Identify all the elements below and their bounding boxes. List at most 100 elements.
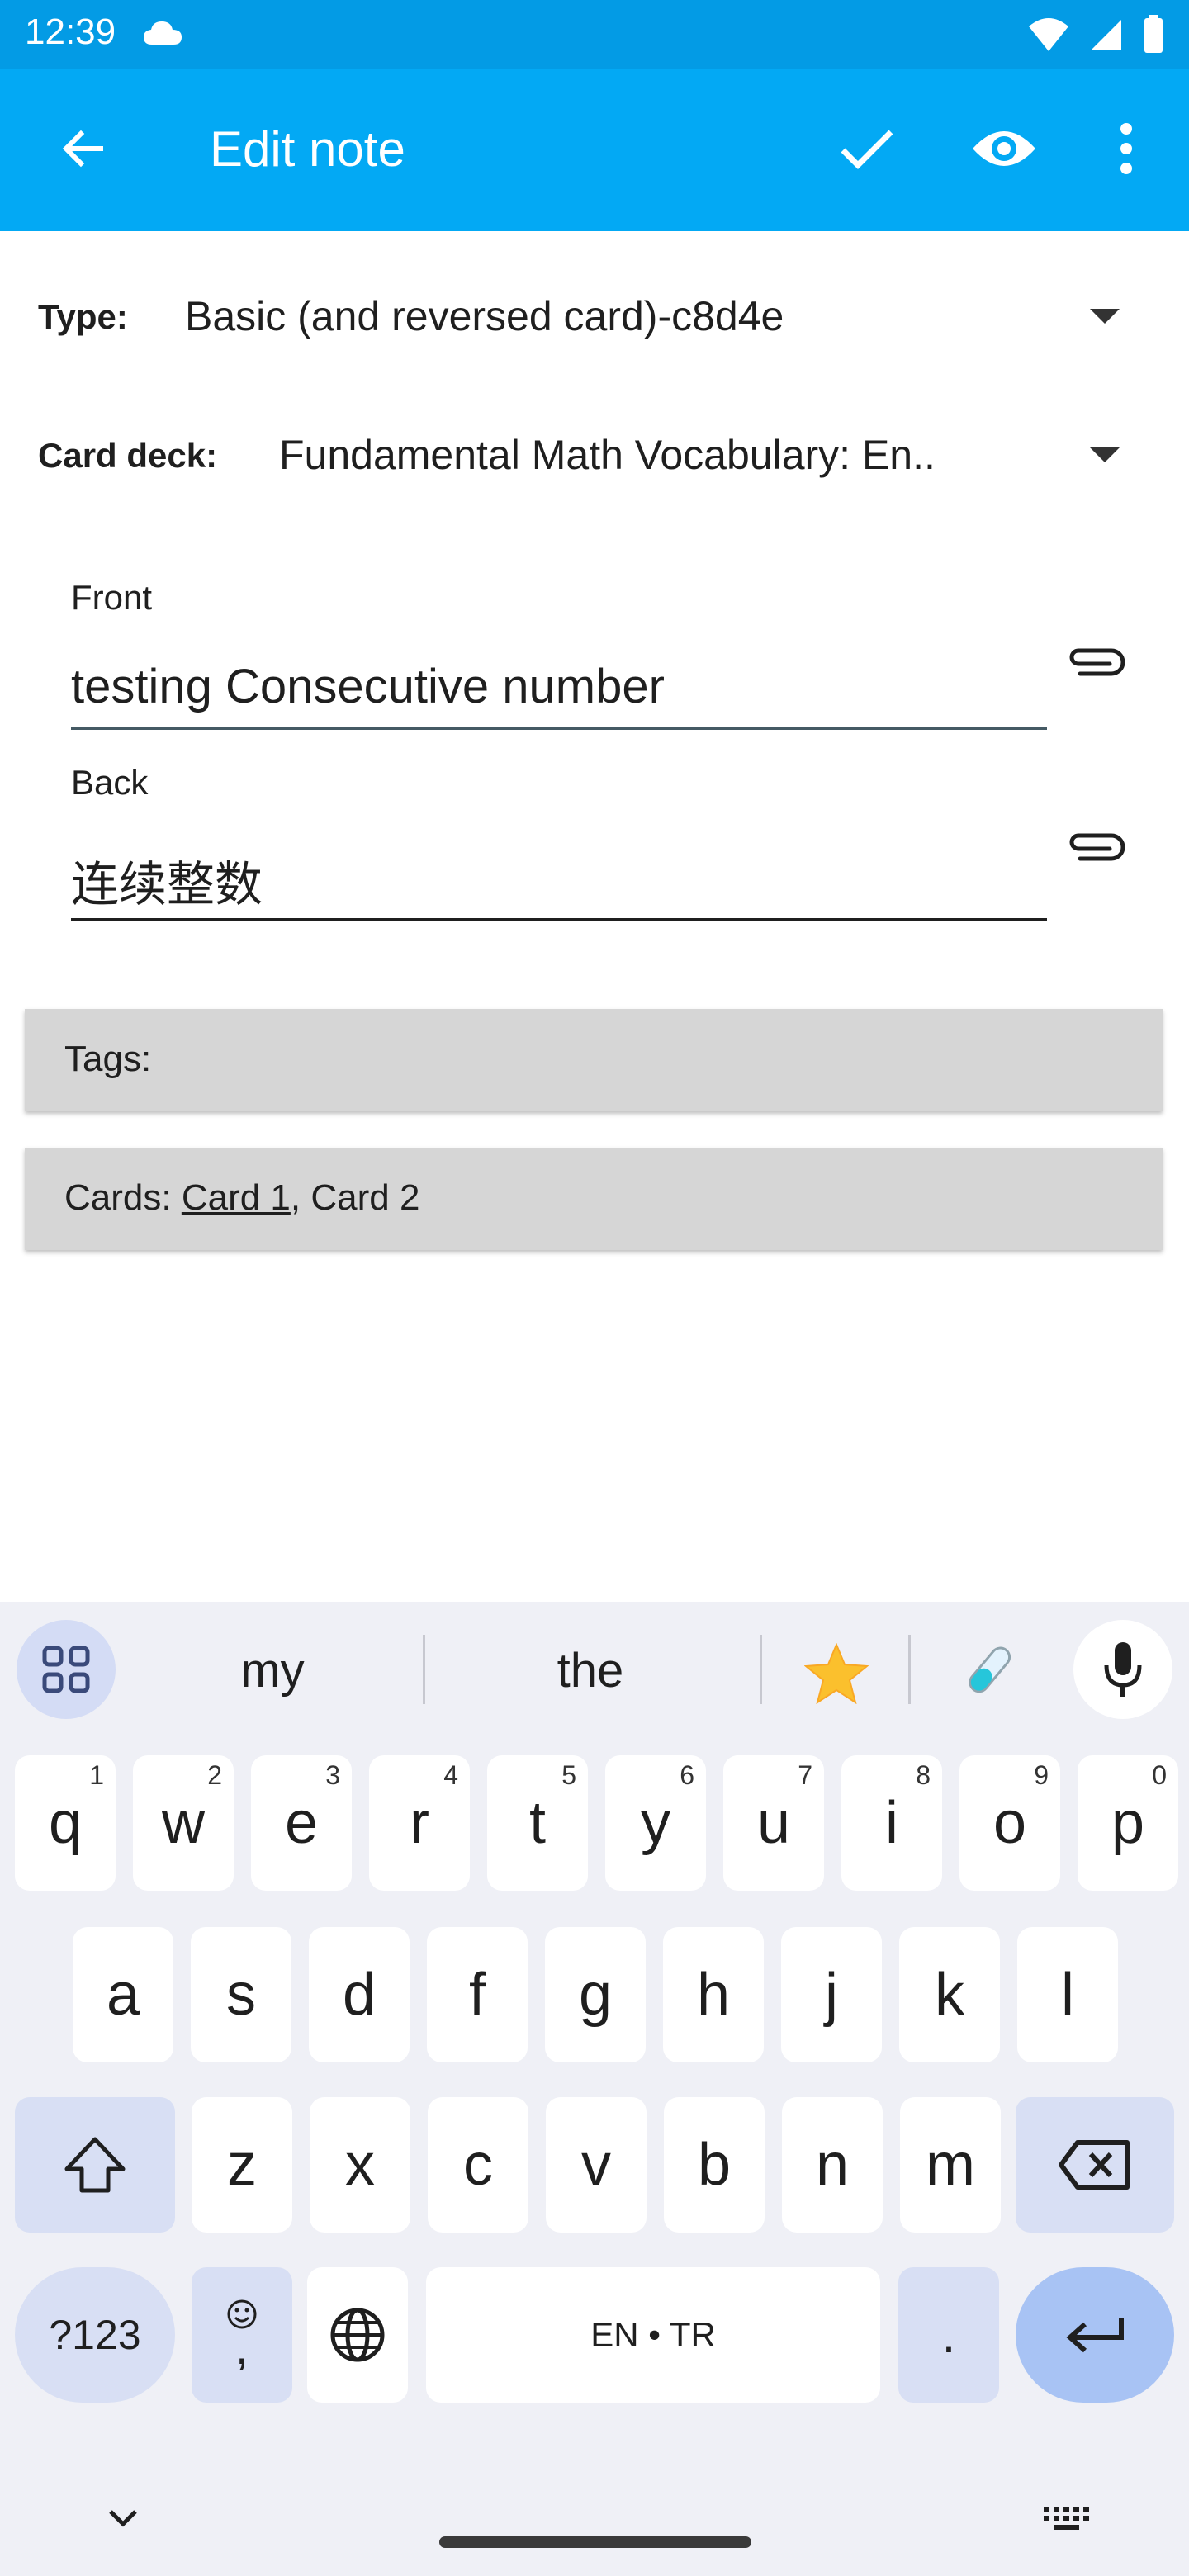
key-hint: 1 <box>89 1760 104 1790</box>
back-field-input[interactable]: 连续整数 <box>71 845 1047 915</box>
key-t[interactable]: t5 <box>487 1755 588 1891</box>
back-button[interactable] <box>41 107 124 190</box>
key-l[interactable]: l <box>1017 1927 1118 2062</box>
save-button[interactable] <box>826 107 908 190</box>
key-x[interactable]: x <box>310 2097 410 2233</box>
suggestion-divider <box>760 1635 762 1704</box>
chevron-down-icon[interactable] <box>102 2502 144 2535</box>
key-k[interactable]: k <box>899 1927 1000 2062</box>
battery-icon <box>1144 15 1163 53</box>
key-label: q <box>48 1790 83 1856</box>
key-hint: 0 <box>1152 1760 1167 1790</box>
front-field-underline <box>71 727 1047 730</box>
space-key[interactable]: EN • TR <box>426 2267 880 2403</box>
keyboard: my the q1w2e3r4t5y6u7i8o9p0 asdfghjkl z … <box>0 1602 1189 2576</box>
key-label: u <box>756 1790 791 1856</box>
key-label: r <box>410 1790 429 1856</box>
suggestion-2[interactable]: the <box>508 1643 673 1698</box>
shift-key[interactable] <box>15 2097 175 2233</box>
deck-value[interactable]: Fundamental Math Vocabulary: En.. <box>279 431 936 479</box>
more-vert-icon <box>1120 123 1132 174</box>
microphone-icon <box>1104 1642 1142 1697</box>
key-v[interactable]: v <box>546 2097 647 2233</box>
grid-icon <box>42 1646 90 1693</box>
keyboard-apps-button[interactable] <box>17 1620 116 1719</box>
key-s[interactable]: s <box>191 1927 291 2062</box>
test-tube-emoji-icon[interactable] <box>956 1640 1019 1702</box>
key-u[interactable]: u7 <box>723 1755 824 1891</box>
cards-label: Cards: <box>64 1177 182 1218</box>
deck-label: Card deck: <box>38 436 218 475</box>
more-options-button[interactable] <box>1085 107 1168 190</box>
key-n[interactable]: n <box>782 2097 883 2233</box>
key-label: t <box>528 1790 546 1856</box>
key-p[interactable]: p0 <box>1078 1755 1178 1891</box>
suggestion-divider <box>423 1635 425 1704</box>
key-r[interactable]: r4 <box>369 1755 470 1891</box>
keyboard-icon[interactable] <box>1042 2502 1092 2535</box>
key-h[interactable]: h <box>663 1927 764 2062</box>
symbols-key[interactable]: ?123 <box>15 2267 175 2403</box>
suggestion-divider <box>908 1635 911 1704</box>
status-icons <box>1027 12 1164 58</box>
key-hint: 7 <box>798 1760 812 1790</box>
enter-icon <box>1066 2318 1124 2353</box>
tags-button[interactable]: Tags: <box>25 1009 1163 1111</box>
home-indicator[interactable] <box>439 2536 751 2548</box>
key-d[interactable]: d <box>309 1927 410 2062</box>
attachment-icon[interactable] <box>1063 822 1130 872</box>
deck-dropdown-icon[interactable] <box>1090 447 1120 462</box>
suggestion-strip: my the <box>0 1602 1189 1734</box>
backspace-key[interactable] <box>1016 2097 1174 2233</box>
app-bar: Edit note <box>0 69 1189 231</box>
key-c[interactable]: c <box>428 2097 528 2233</box>
card-2-link[interactable]: Card 2 <box>310 1177 419 1218</box>
key-z[interactable]: z <box>192 2097 292 2233</box>
front-field-label: Front <box>71 578 153 617</box>
key-hint: 8 <box>916 1760 931 1790</box>
enter-key[interactable] <box>1016 2267 1174 2403</box>
key-f[interactable]: f <box>427 1927 528 2062</box>
key-g[interactable]: g <box>545 1927 646 2062</box>
attachment-icon[interactable] <box>1063 637 1130 687</box>
preview-button[interactable] <box>963 107 1045 190</box>
key-a[interactable]: a <box>73 1927 173 2062</box>
period-key[interactable]: . <box>898 2267 999 2403</box>
card-1-link[interactable]: Card 1 <box>182 1177 291 1218</box>
key-label: o <box>992 1790 1027 1856</box>
key-y[interactable]: y6 <box>605 1755 706 1891</box>
star-emoji-icon[interactable] <box>804 1643 869 1704</box>
key-o[interactable]: o9 <box>959 1755 1060 1891</box>
key-e[interactable]: e3 <box>251 1755 352 1891</box>
eye-icon <box>973 131 1035 166</box>
signal-icon <box>1092 20 1121 50</box>
comma-label: , <box>234 2319 249 2375</box>
key-q[interactable]: q1 <box>15 1755 116 1891</box>
shift-icon <box>64 2137 126 2193</box>
cards-separator: , <box>290 1177 311 1218</box>
voice-input-button[interactable] <box>1073 1620 1172 1719</box>
type-dropdown-icon[interactable] <box>1090 309 1120 324</box>
key-hint: 3 <box>325 1760 340 1790</box>
status-bar: 12:39 <box>0 0 1189 69</box>
type-value[interactable]: Basic (and reversed card)-c8d4e <box>185 292 784 340</box>
backspace-icon <box>1059 2140 1130 2190</box>
key-m[interactable]: m <box>900 2097 1001 2233</box>
emoji-comma-key[interactable]: , <box>192 2267 292 2403</box>
language-key[interactable] <box>307 2267 408 2403</box>
key-b[interactable]: b <box>664 2097 765 2233</box>
key-hint: 2 <box>207 1760 222 1790</box>
key-i[interactable]: i8 <box>841 1755 942 1891</box>
page-title: Edit note <box>210 121 405 177</box>
front-field-input[interactable]: testing Consecutive number <box>71 659 1047 714</box>
key-hint: 5 <box>561 1760 576 1790</box>
key-w[interactable]: w2 <box>133 1755 234 1891</box>
suggestion-1[interactable]: my <box>190 1643 355 1698</box>
tags-label: Tags: <box>64 1039 152 1079</box>
key-j[interactable]: j <box>781 1927 882 2062</box>
cloud-icon <box>144 21 182 45</box>
cards-button[interactable]: Cards: Card 1, Card 2 <box>25 1148 1163 1250</box>
check-icon <box>841 130 893 169</box>
arrow-back-icon <box>62 130 103 168</box>
key-hint: 4 <box>443 1760 458 1790</box>
